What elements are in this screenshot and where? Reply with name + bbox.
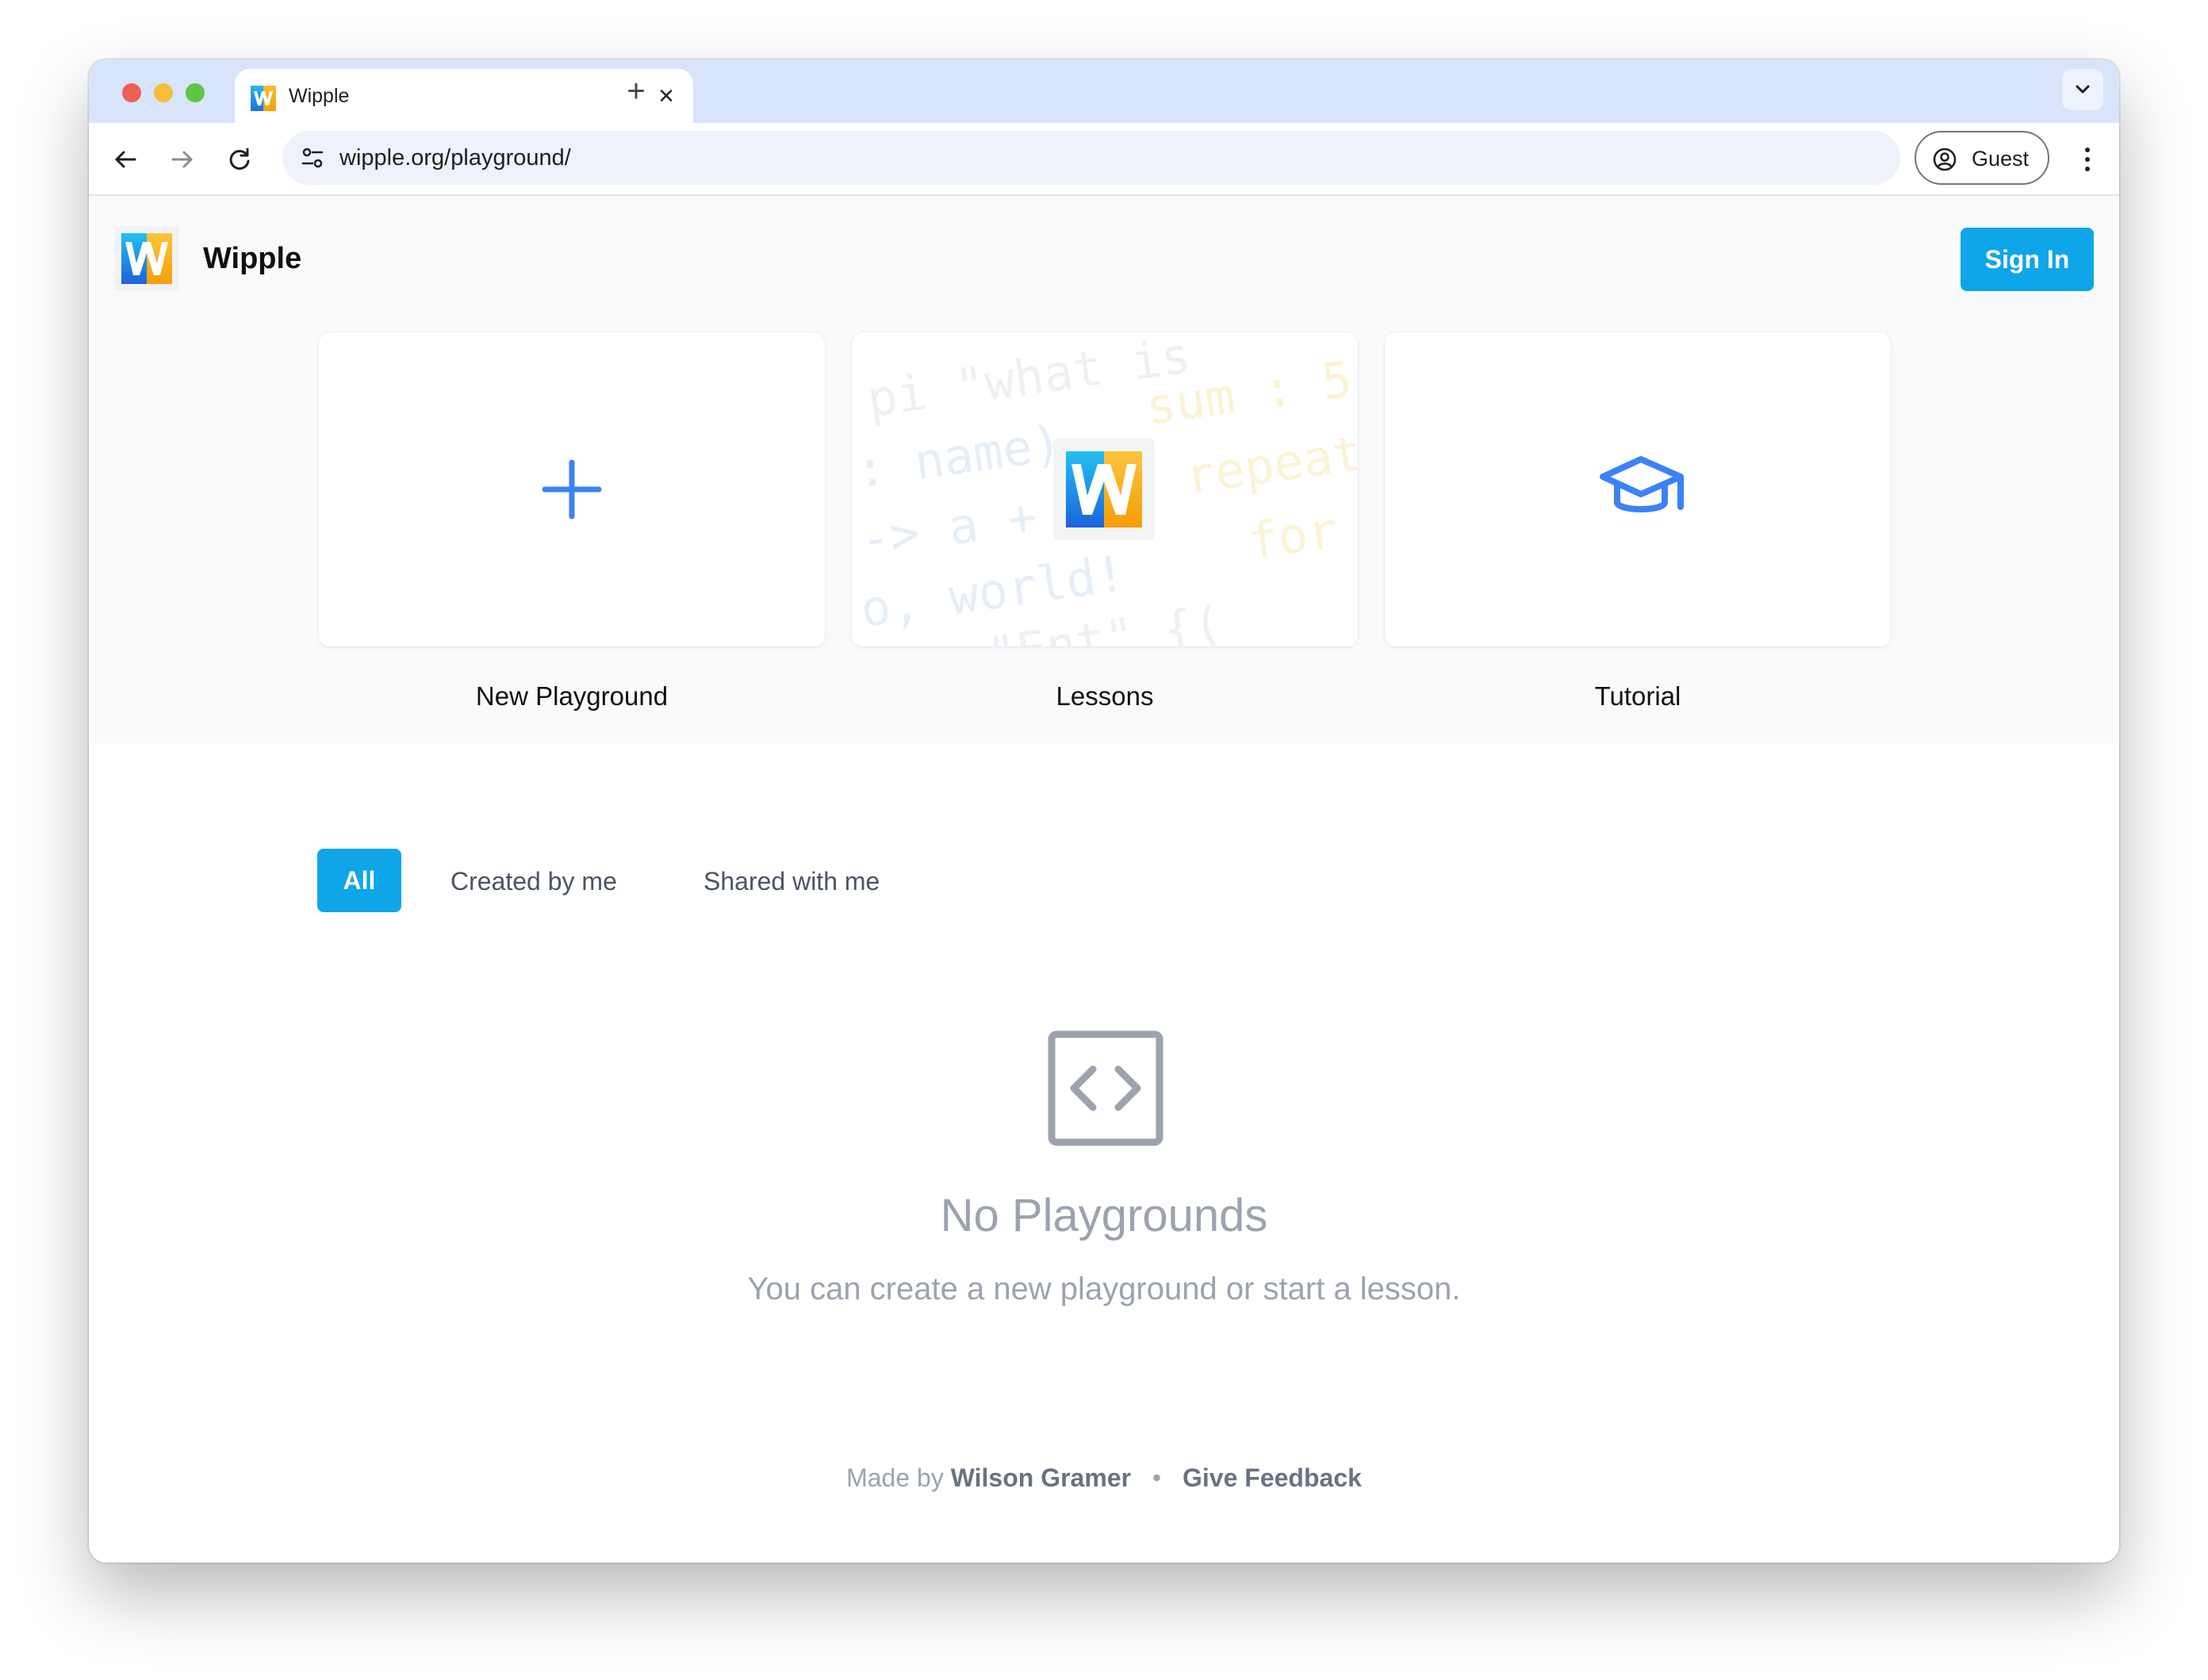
lessons-logo-tile — [1053, 439, 1155, 540]
code-snippet: -> a + — [857, 486, 1041, 570]
graduation-cap-icon — [1600, 456, 1684, 512]
footer: Made by Wilson Gramer • Give Feedback — [89, 1463, 2119, 1493]
card-label-new-playground[interactable]: New Playground — [319, 681, 825, 712]
code-snippet: for — [1244, 501, 1341, 571]
filter-all-button[interactable]: All — [317, 849, 401, 912]
browser-window: Wipple × + wipple.org/playground/ Guest … — [89, 59, 2119, 1563]
footer-made-by: Made by — [846, 1463, 944, 1492]
wipple-logo[interactable] — [114, 226, 179, 291]
card-label-lessons[interactable]: Lessons — [852, 681, 1358, 712]
page-content: Wipple Sign In pi "what is sum : 5 : nam… — [89, 196, 2119, 1563]
minimize-window-button[interactable] — [154, 83, 173, 102]
reload-icon[interactable] — [222, 142, 257, 177]
empty-state-title: No Playgrounds — [940, 1190, 1268, 1241]
tab-strip: Wipple × + — [89, 59, 2119, 123]
footer-separator: • — [1152, 1463, 1162, 1492]
empty-state-subtitle: You can create a new playground or start… — [747, 1272, 1461, 1306]
account-circle-icon — [1933, 148, 1957, 171]
tutorial-card[interactable] — [1385, 332, 1891, 646]
wipple-logo — [1066, 451, 1142, 527]
address-bar[interactable]: wipple.org/playground/ — [282, 131, 1900, 185]
site-settings-icon[interactable] — [298, 144, 327, 172]
give-feedback-link[interactable]: Give Feedback — [1183, 1463, 1362, 1492]
code-icon — [1048, 1030, 1163, 1146]
new-playground-card[interactable] — [319, 332, 825, 646]
profile-label: Guest — [1972, 147, 2030, 171]
footer-author-link[interactable]: Wilson Gramer — [951, 1463, 1131, 1492]
zoom-window-button[interactable] — [186, 83, 205, 102]
tab-title: Wipple — [289, 85, 350, 107]
lessons-card[interactable]: pi "what is sum : 5 : name) repeat -> a … — [852, 332, 1358, 646]
profile-button[interactable]: Guest — [1915, 131, 2049, 185]
code-snippet: repeat — [1182, 423, 1358, 506]
more-options-icon[interactable] — [2072, 142, 2103, 177]
card-label-tutorial[interactable]: Tutorial — [1385, 681, 1891, 712]
url-text[interactable]: wipple.org/playground/ — [339, 145, 571, 171]
hero-section: Wipple Sign In pi "what is sum : 5 : nam… — [89, 196, 2119, 743]
chevron-down-icon — [2076, 85, 2090, 94]
back-arrow-icon[interactable] — [108, 142, 143, 177]
brand-name[interactable]: Wipple — [203, 242, 301, 276]
filter-shared-with-me[interactable]: Shared with me — [703, 867, 880, 896]
forward-arrow-icon[interactable] — [165, 142, 200, 177]
wipple-favicon-icon — [251, 86, 276, 111]
new-tab-button[interactable]: + — [615, 71, 657, 112]
plus-icon — [542, 459, 602, 520]
filter-created-by-me[interactable]: Created by me — [450, 867, 617, 896]
close-window-button[interactable] — [122, 83, 141, 102]
browser-toolbar: wipple.org/playground/ Guest — [89, 123, 2119, 196]
sign-in-button[interactable]: Sign In — [1961, 228, 2094, 291]
tab-search-button[interactable] — [2062, 69, 2103, 110]
